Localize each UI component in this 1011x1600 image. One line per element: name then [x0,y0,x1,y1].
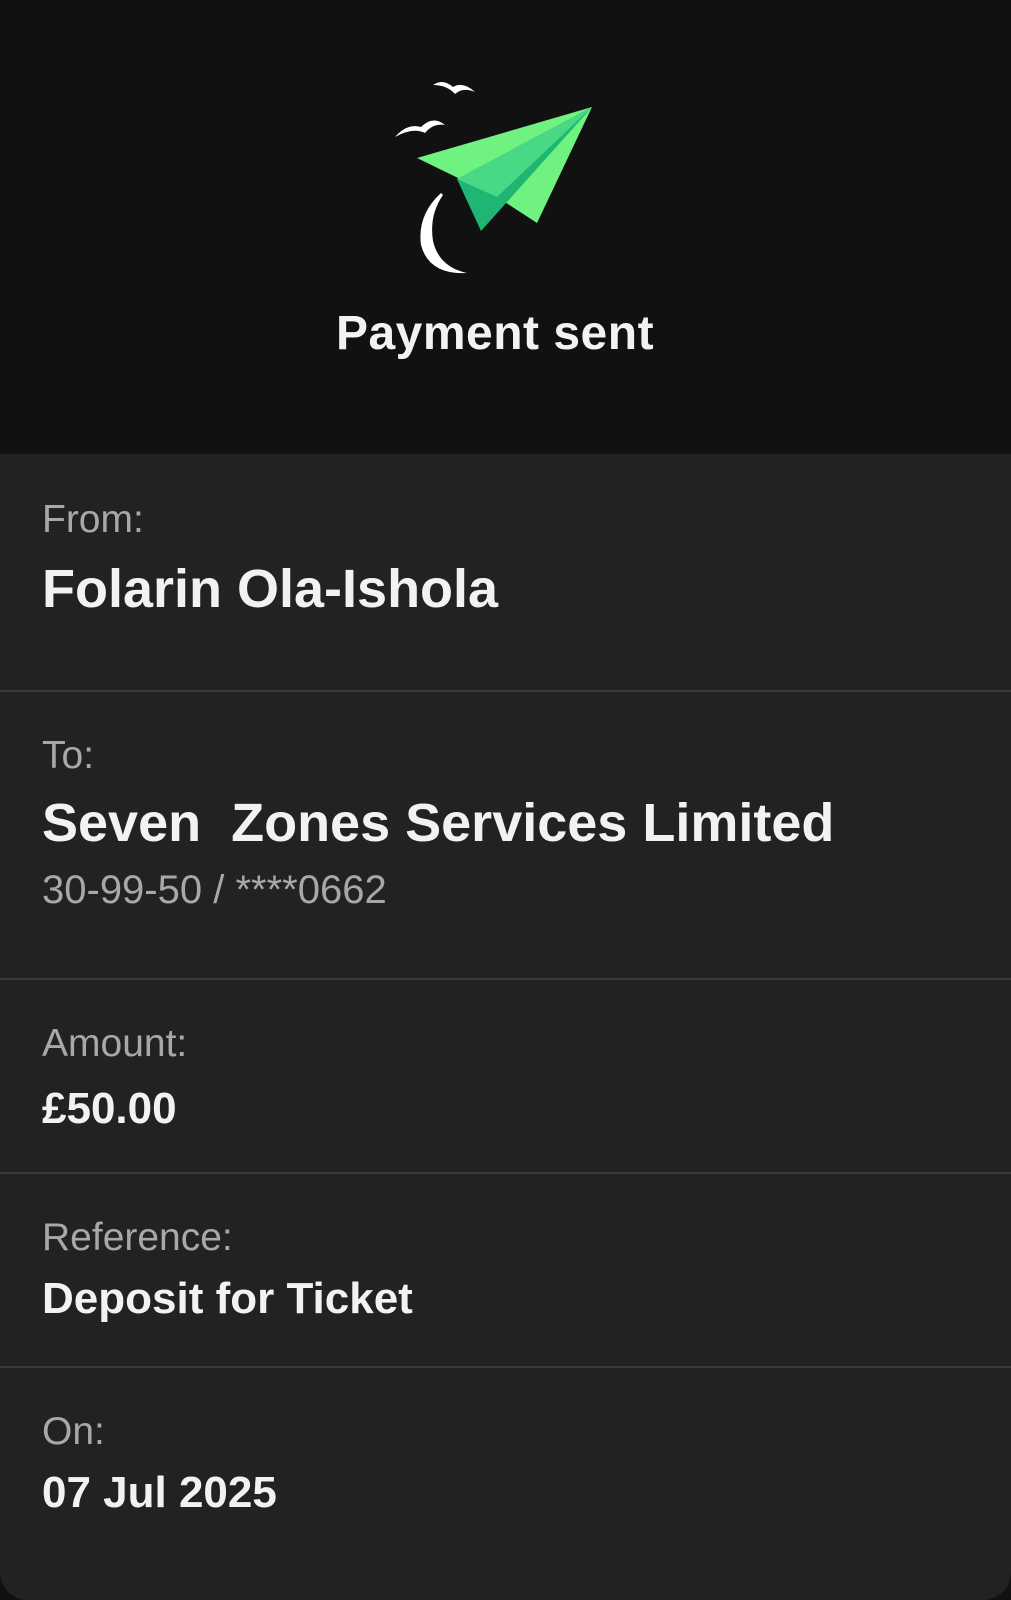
confirmation-header: Payment sent [0,0,1011,454]
date-label: On: [42,1410,105,1453]
bird-icon [395,120,445,137]
detail-row-reference: Reference: Deposit for Ticket [0,1174,1011,1368]
payment-receipt-screen: Payment sent From: Folarin Ola-Ishola To… [0,0,1011,1600]
detail-row-amount: Amount: £50.00 [0,980,1011,1174]
bird-icon [433,81,475,94]
paper-plane-icon [395,81,592,274]
detail-row-from: From: Folarin Ola-Ishola [0,454,1011,692]
from-label: From: [42,498,144,541]
reference-label: Reference: [42,1216,233,1259]
account-number: 30-99-50 / ****0662 [42,868,387,912]
reference-value: Deposit for Ticket [42,1274,413,1323]
to-label: To: [42,734,95,777]
amount-value: £50.00 [42,1084,177,1133]
page-title: Payment sent [335,307,655,360]
payment-details-card: From: Folarin Ola-Ishola To: Seven Zones… [0,454,1011,1600]
detail-row-date: On: 07 Jul 2025 [0,1368,1011,1600]
from-value: Folarin Ola-Ishola [42,559,499,619]
amount-label: Amount: [42,1022,188,1065]
to-value: Seven Zones Services Limited [42,793,835,853]
trail-icon [420,193,467,274]
date-value: 07 Jul 2025 [42,1468,277,1517]
detail-row-to: To: Seven Zones Services Limited 30-99-5… [0,692,1011,980]
